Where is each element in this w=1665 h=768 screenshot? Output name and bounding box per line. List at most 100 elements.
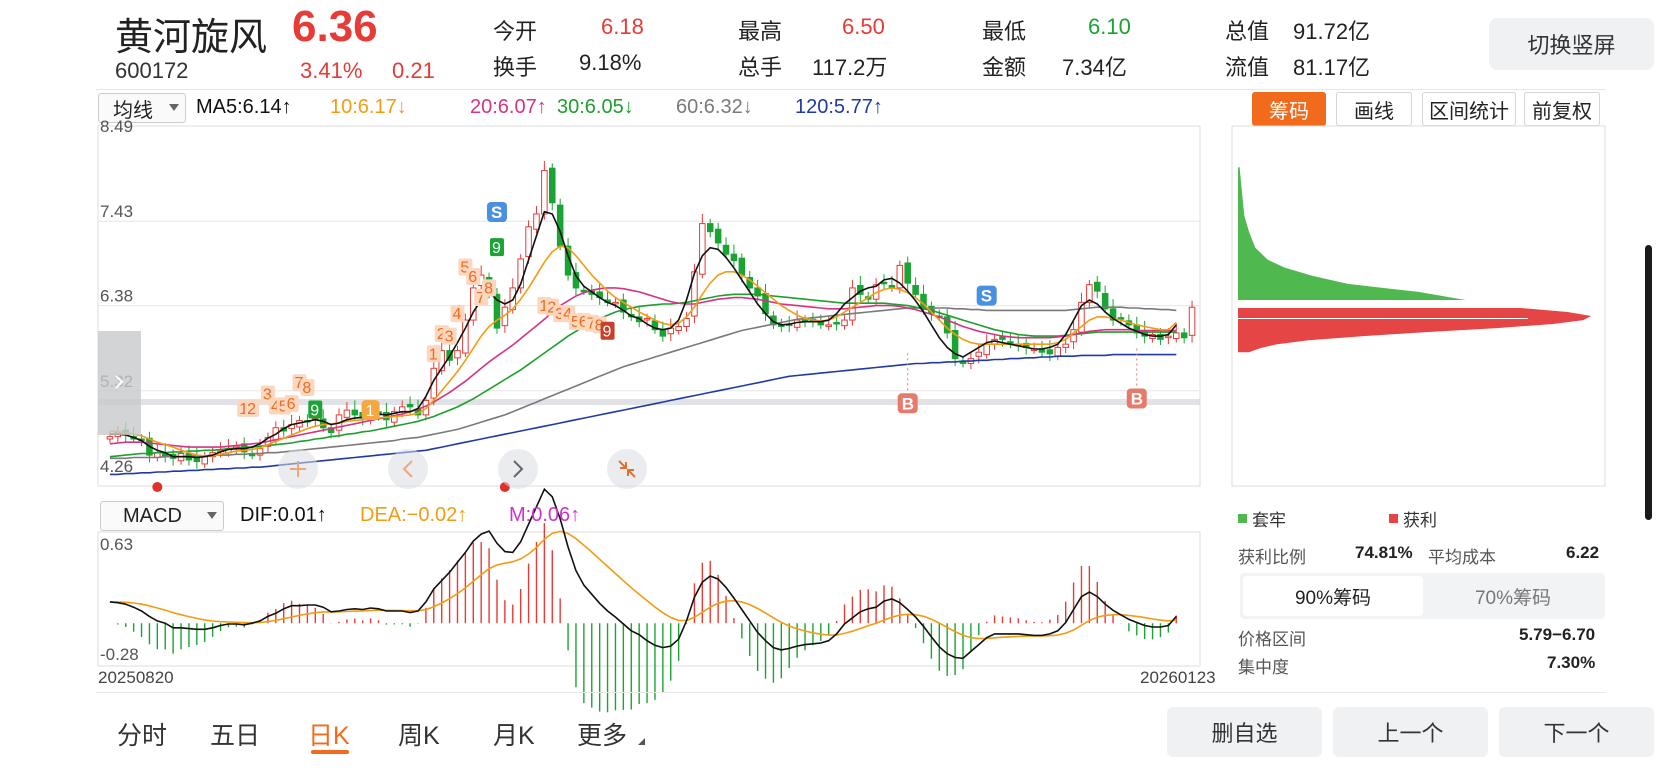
one-signal-label: 1 xyxy=(366,403,375,420)
chip-trapped-area xyxy=(1238,167,1466,300)
candle-body xyxy=(912,285,919,295)
next-stock-button[interactable]: 下一个 xyxy=(1499,707,1654,757)
candle-body xyxy=(817,321,825,326)
candle-body xyxy=(714,228,722,244)
active-tab-underline xyxy=(311,750,349,754)
chip-range-toggle: 90%筹码 70%筹码 xyxy=(1240,573,1605,619)
price-range-value: 5.79−6.70 xyxy=(1519,625,1596,644)
candle-body xyxy=(659,329,667,337)
candle-body xyxy=(406,403,414,408)
tab-intraday[interactable]: 分时 xyxy=(117,716,167,752)
candle-body xyxy=(833,321,840,325)
candle-body xyxy=(612,301,619,305)
start-date: 20250820 xyxy=(98,668,174,687)
arrow-up-icon: ↑ xyxy=(457,504,468,526)
candle-body xyxy=(880,281,888,285)
candle-body xyxy=(1094,281,1101,292)
price-tick-label: 7.43 xyxy=(100,202,133,221)
candle-body xyxy=(825,324,832,327)
left-drag-handle xyxy=(98,331,141,435)
price-range-label: 价格区间 xyxy=(1238,630,1306,649)
kline-chart[interactable]: 8.497.436.385.324.2612345678123456781234… xyxy=(0,0,1665,768)
more-triangle-icon xyxy=(638,738,645,745)
macd-tick-label: -0.28 xyxy=(100,645,139,664)
arrow-up-icon: ↑ xyxy=(570,504,581,526)
candle-body xyxy=(706,223,714,233)
tab-monthly-k[interactable]: 月K xyxy=(493,716,535,752)
td-count-label: 6 xyxy=(287,396,296,413)
tab-weekly-k[interactable]: 周K xyxy=(398,716,440,752)
ma20-line xyxy=(109,287,1177,448)
scroll-right-button xyxy=(498,449,538,489)
candle-body xyxy=(643,317,651,321)
dea-line xyxy=(109,530,1177,640)
profit-ratio-value: 74.81% xyxy=(1355,543,1413,562)
ma30-line xyxy=(109,293,1177,458)
candle-body xyxy=(106,436,114,440)
dea-readout: DEA:−0.02↑ xyxy=(360,504,468,526)
ma10-line xyxy=(109,245,1177,457)
candle-body xyxy=(983,343,990,356)
tab-chip-90[interactable]: 90%筹码 xyxy=(1243,576,1423,616)
dif-readout: DIF:0.01↑ xyxy=(240,504,327,526)
tab-daily-k[interactable]: 日K xyxy=(308,716,350,752)
profit-swatch xyxy=(1389,514,1398,523)
macd-indicator-bar: MACD DIF:0.01↑ DEA:−0.02↑ M:0.06↑ xyxy=(0,500,1230,532)
legend-profit: 获利 xyxy=(1389,506,1437,531)
chip-profit-area xyxy=(1238,308,1592,353)
tab-five-day[interactable]: 五日 xyxy=(210,716,260,752)
price-tick-label: 8.49 xyxy=(100,117,133,136)
candle-body xyxy=(738,257,746,276)
concentration-label: 集中度 xyxy=(1238,658,1289,677)
candle-body xyxy=(1046,349,1054,355)
m-readout: M:0.06↑ xyxy=(509,504,581,526)
bottom-divider xyxy=(96,692,1606,693)
td-count-label: 2 xyxy=(247,401,256,418)
chevron-down-icon xyxy=(207,512,217,519)
buy-signal-label: B xyxy=(1131,389,1143,408)
candle-body xyxy=(248,453,256,457)
candle-body xyxy=(351,409,359,416)
trapped-swatch xyxy=(1238,514,1247,523)
arrow-up-icon: ↑ xyxy=(316,504,327,526)
candle-body xyxy=(975,351,983,357)
candle-body xyxy=(699,223,706,275)
candle-body xyxy=(904,262,911,284)
td-nine-label: 9 xyxy=(310,403,319,420)
sell-signal-label: S xyxy=(491,203,502,222)
previous-stock-button[interactable]: 上一个 xyxy=(1333,707,1488,757)
candle-body xyxy=(841,319,848,327)
candle-body xyxy=(1054,346,1062,357)
avg-cost-label: 平均成本 xyxy=(1428,548,1496,567)
end-date: 20260123 xyxy=(1140,668,1216,687)
candle-body xyxy=(1062,343,1069,348)
chip-frame xyxy=(1231,125,1606,487)
candle-body xyxy=(675,325,682,332)
candle-body xyxy=(533,213,540,230)
candle-body xyxy=(549,167,556,204)
macd-frame xyxy=(97,531,1201,667)
remove-watchlist-button[interactable]: 删自选 xyxy=(1167,707,1322,757)
candle-body xyxy=(541,170,548,215)
concentration-value: 7.30% xyxy=(1547,653,1596,672)
indicator-select[interactable]: MACD xyxy=(100,501,224,531)
candle-body xyxy=(999,336,1006,340)
td-nine-label: 9 xyxy=(603,324,612,341)
indicator-select-label: MACD xyxy=(123,504,182,527)
td-nine-label: 9 xyxy=(492,240,501,257)
profit-ratio-label: 获利比例 xyxy=(1238,548,1306,567)
legend-trapped: 套牢 xyxy=(1238,506,1286,531)
sell-signal-label: S xyxy=(981,287,992,306)
tab-chip-70[interactable]: 70%筹码 xyxy=(1423,576,1603,616)
tab-more[interactable]: 更多 xyxy=(577,716,627,752)
td-count-label: 8 xyxy=(484,280,493,297)
candle-body xyxy=(454,350,461,359)
td-count-label: 4 xyxy=(452,306,461,323)
td-count-label: 6 xyxy=(468,269,477,286)
candle-body xyxy=(1165,335,1172,339)
candle-body xyxy=(1172,332,1180,340)
candle-body xyxy=(730,253,738,262)
candle-body xyxy=(1188,306,1196,336)
price-tick-label: 6.38 xyxy=(100,287,133,306)
vertical-scrollbar[interactable] xyxy=(1645,245,1652,520)
